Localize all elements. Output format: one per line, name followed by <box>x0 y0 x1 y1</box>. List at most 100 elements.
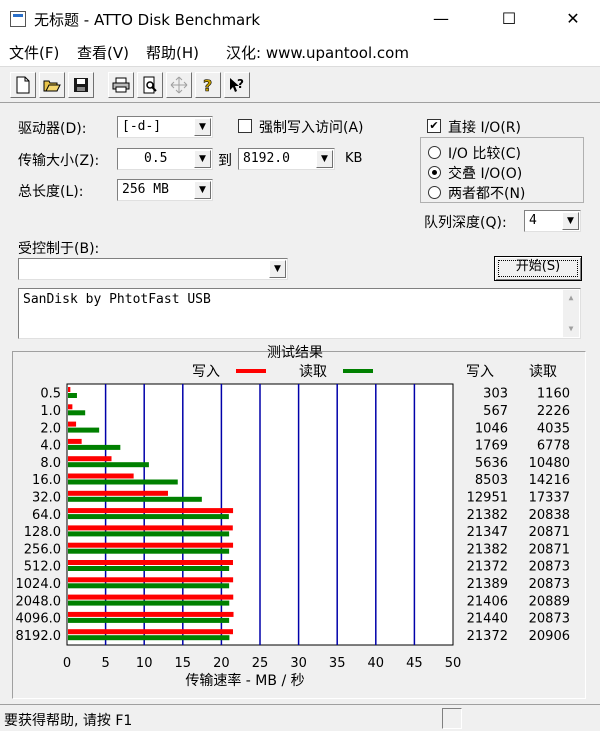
open-button[interactable] <box>39 72 65 98</box>
help-icon: ? <box>203 76 213 96</box>
y-tick-label: 0.5 <box>40 387 61 402</box>
y-tick-label: 4096.0 <box>16 612 62 627</box>
context-help-icon: ? <box>230 77 244 92</box>
maximize-button[interactable]: ☐ <box>486 0 532 38</box>
read-value: 6778 <box>537 439 570 454</box>
read-bar <box>68 635 230 641</box>
x-tick-label: 30 <box>290 656 307 671</box>
legend-read-label: 读取 <box>299 363 327 380</box>
y-tick-label: 512.0 <box>24 560 61 575</box>
status-pane <box>442 708 462 729</box>
read-bar <box>68 600 230 606</box>
print-preview-icon <box>143 76 157 94</box>
x-tick-label: 50 <box>445 656 462 671</box>
read-value: 10480 <box>529 456 570 471</box>
menu-help[interactable]: 帮助(H) <box>146 42 199 63</box>
legend-write-swatch <box>236 369 266 373</box>
read-value: 20838 <box>529 508 570 523</box>
legend-read-swatch <box>343 369 373 373</box>
read-value: 17337 <box>529 490 570 505</box>
print-preview-button[interactable] <box>137 72 163 98</box>
read-value: 20871 <box>529 525 570 540</box>
read-bar <box>68 548 230 554</box>
save-button[interactable] <box>68 72 94 98</box>
read-value: 20906 <box>529 629 570 644</box>
app-icon <box>10 11 26 27</box>
read-value: 4035 <box>537 421 570 436</box>
move-icon <box>170 76 188 94</box>
read-bar <box>68 427 100 433</box>
write-value: 21389 <box>467 577 508 592</box>
write-value: 1046 <box>475 421 508 436</box>
y-tick-label: 8.0 <box>40 456 61 471</box>
write-value: 21347 <box>467 525 508 540</box>
write-bar <box>68 560 233 565</box>
read-bar <box>68 514 229 520</box>
write-bar <box>68 542 234 548</box>
minimize-button[interactable]: — <box>418 0 464 38</box>
y-tick-label: 4.0 <box>40 439 61 454</box>
status-bar: 要获得帮助, 请按 F1 <box>0 704 600 731</box>
x-tick-label: 15 <box>175 656 192 671</box>
y-tick-label: 1024.0 <box>16 577 62 592</box>
write-value: 567 <box>483 404 508 419</box>
x-tick-label: 5 <box>101 656 109 671</box>
y-tick-label: 128.0 <box>24 525 61 540</box>
read-value: 2226 <box>537 404 570 419</box>
read-bar <box>68 617 230 623</box>
y-tick-label: 32.0 <box>32 490 61 505</box>
write-bar <box>68 525 233 531</box>
write-bar <box>68 421 77 427</box>
read-bar <box>68 393 77 398</box>
move-button[interactable] <box>166 72 192 98</box>
x-tick-label: 20 <box>213 656 230 671</box>
write-bar <box>68 594 234 600</box>
write-bar <box>68 490 168 496</box>
open-icon <box>43 80 61 92</box>
write-value: 5636 <box>475 456 508 471</box>
read-bar <box>68 462 149 468</box>
menu-view[interactable]: 查看(V) <box>77 42 129 63</box>
y-tick-label: 8192.0 <box>16 629 62 644</box>
y-tick-label: 1.0 <box>40 404 61 419</box>
close-button[interactable]: ✕ <box>550 0 596 38</box>
write-value: 1769 <box>475 439 508 454</box>
read-value: 20873 <box>529 560 570 575</box>
context-help-button[interactable]: ? <box>224 72 250 98</box>
x-axis-label: 传输速率 - MB / 秒 <box>185 672 304 689</box>
read-bar <box>68 566 230 571</box>
status-text: 要获得帮助, 请按 F1 <box>4 713 133 729</box>
x-tick-label: 35 <box>329 656 346 671</box>
y-tick-label: 256.0 <box>24 542 61 557</box>
write-bar <box>68 611 234 617</box>
print-button[interactable] <box>108 72 134 98</box>
write-value: 21440 <box>467 612 508 627</box>
x-tick-label: 40 <box>368 656 385 671</box>
write-value: 21382 <box>467 542 508 557</box>
read-bar <box>68 444 121 450</box>
new-button[interactable] <box>10 72 36 98</box>
new-icon <box>16 76 30 94</box>
results-chart: 测试结果写入 读取 写入 读取 0 5 10 15 20 25 30 35 40 45 50 传输速率 - M… <box>16 345 571 689</box>
results-title: 测试结果 <box>267 345 323 361</box>
y-tick-label: 2048.0 <box>16 594 62 609</box>
write-bar <box>68 577 234 583</box>
menu-localized[interactable]: 汉化: www.upantool.com <box>226 42 409 63</box>
title-bar: 无标题 - ATTO Disk Benchmark — ☐ ✕ <box>0 0 600 38</box>
read-value: 14216 <box>529 473 570 488</box>
svg-text:?: ? <box>237 77 244 91</box>
help-button[interactable]: ? <box>195 72 221 98</box>
svg-text:?: ? <box>203 76 212 94</box>
column-header-read: 读取 <box>529 363 557 380</box>
read-bar <box>68 531 230 537</box>
toolbar: ? ? <box>0 66 600 102</box>
read-value: 20873 <box>529 577 570 592</box>
write-value: 21382 <box>467 508 508 523</box>
menu-file[interactable]: 文件(F) <box>9 42 59 63</box>
menu-bar: 文件(F) 查看(V) 帮助(H) 汉化: www.upantool.com <box>0 38 600 66</box>
x-tick-label: 45 <box>406 656 423 671</box>
write-value: 12951 <box>467 490 508 505</box>
write-bar <box>68 438 82 444</box>
print-icon <box>112 77 130 93</box>
legend-write-label: 写入 <box>192 364 220 380</box>
